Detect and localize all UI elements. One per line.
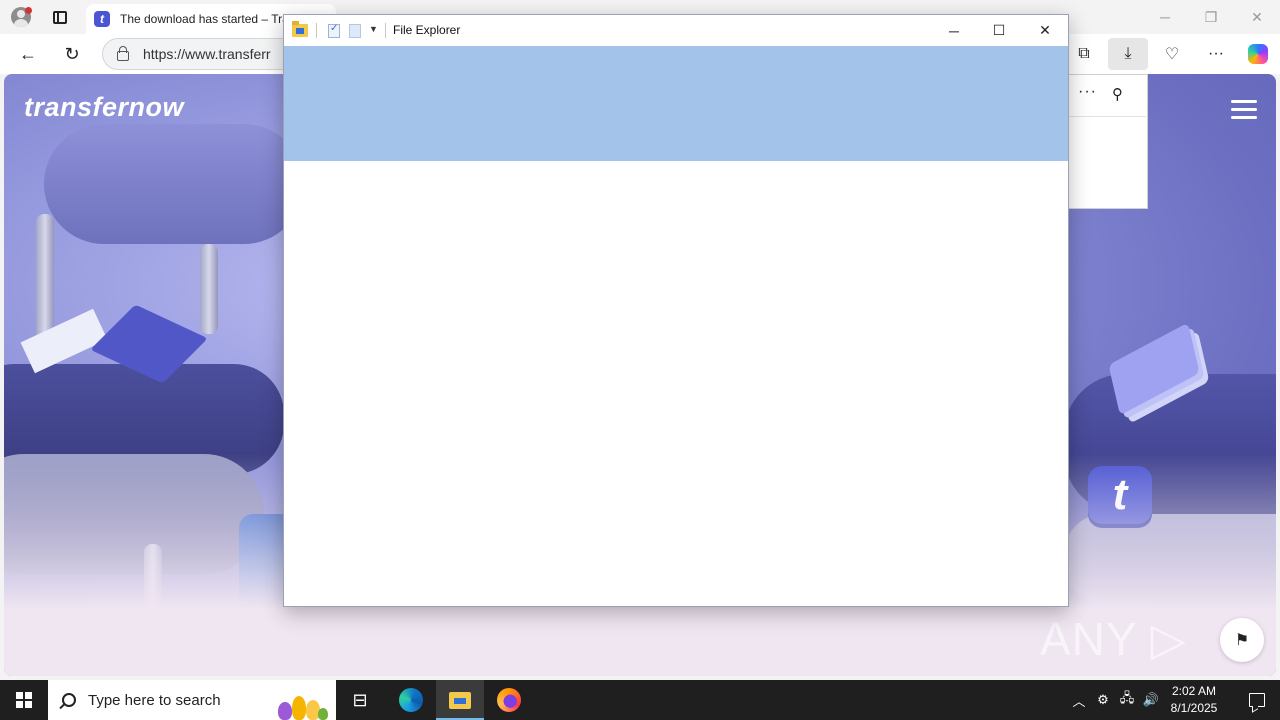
file-explorer-window: ▼ File Explorer ─ ☐ ✕ xyxy=(283,14,1069,607)
titlebar-divider xyxy=(385,23,386,38)
network-icon[interactable]: 🖧 xyxy=(1116,680,1138,720)
volume-icon[interactable]: 🔊 xyxy=(1140,680,1162,720)
heartbeat-icon[interactable]: ♡ xyxy=(1152,38,1192,70)
explorer-ribbon xyxy=(284,46,1068,161)
illustration-desk-top xyxy=(44,124,304,244)
folder-icon xyxy=(292,21,308,37)
file-explorer-taskbar-icon[interactable] xyxy=(436,680,484,720)
windows-logo-icon xyxy=(16,692,32,708)
file-explorer-titlebar[interactable]: ▼ File Explorer ─ ☐ ✕ xyxy=(284,15,1068,46)
task-manager-tray-icon[interactable]: ⚙ xyxy=(1092,680,1114,720)
explorer-content-area[interactable] xyxy=(284,161,1068,606)
tab-actions-icon[interactable] xyxy=(48,5,72,29)
browser-restore-button[interactable]: ❐ xyxy=(1188,0,1234,34)
titlebar-divider xyxy=(316,23,317,38)
download-icon[interactable]: ⤓ xyxy=(1108,38,1148,70)
taskbar-clock[interactable]: 2:02 AM 8/1/2025 xyxy=(1164,683,1224,717)
quick-access-dropdown-icon[interactable]: ▼ xyxy=(369,24,378,34)
firefox-icon[interactable] xyxy=(485,680,533,720)
search-icon xyxy=(62,693,76,707)
downloads-panel: ··· ⚲ xyxy=(1068,74,1148,209)
collections-icon[interactable]: ⧉ xyxy=(1064,38,1104,70)
lock-icon[interactable] xyxy=(117,46,129,61)
copilot-icon[interactable] xyxy=(1238,38,1278,70)
task-view-icon[interactable]: ⊟ xyxy=(336,680,384,720)
taskbar-search-box[interactable]: Type here to search xyxy=(48,680,336,720)
panel-divider xyxy=(1068,116,1146,117)
show-hidden-icons-chevron-icon[interactable]: ︿ xyxy=(1068,680,1090,720)
search-placeholder: Type here to search xyxy=(88,691,221,709)
profile-icon[interactable] xyxy=(9,5,33,29)
back-arrow-icon[interactable]: ← xyxy=(14,40,42,68)
more-icon[interactable]: ··· xyxy=(1196,38,1236,70)
pin-icon[interactable]: ⚲ xyxy=(1112,85,1123,103)
explorer-minimize-button[interactable]: ─ xyxy=(931,15,977,46)
properties-icon[interactable] xyxy=(328,23,340,38)
clock-time: 2:02 AM xyxy=(1171,684,1217,698)
notification-center-icon[interactable] xyxy=(1234,680,1280,720)
flag-icon[interactable]: ⚑ xyxy=(1220,618,1264,662)
refresh-icon[interactable]: ↻ xyxy=(58,40,86,68)
new-folder-icon[interactable] xyxy=(349,24,361,38)
downloads-more-options-icon[interactable]: ··· xyxy=(1078,83,1097,101)
browser-minimize-button[interactable]: ─ xyxy=(1142,0,1188,34)
hamburger-menu-icon[interactable] xyxy=(1231,100,1257,119)
browser-close-button[interactable]: ✕ xyxy=(1234,0,1280,34)
start-button[interactable] xyxy=(0,680,48,720)
tab-title: The download has started – Tra xyxy=(120,12,289,26)
address-url: https://www.transferr xyxy=(143,46,271,62)
clock-date: 8/1/2025 xyxy=(1170,701,1218,715)
illustration-desk-leg xyxy=(200,244,218,334)
file-explorer-title: File Explorer xyxy=(393,23,461,37)
tulip-flowers-icon xyxy=(272,684,332,720)
transfernow-favicon: t xyxy=(94,11,110,27)
explorer-maximize-button[interactable]: ☐ xyxy=(976,15,1022,46)
windows-taskbar: Type here to search ⊟ ︿ ⚙ 🖧 🔊 2:02 AM 8/… xyxy=(0,680,1280,720)
explorer-close-button[interactable]: ✕ xyxy=(1022,15,1068,46)
edge-icon[interactable] xyxy=(387,680,435,720)
site-brand-logo[interactable]: transfernow xyxy=(24,92,184,123)
